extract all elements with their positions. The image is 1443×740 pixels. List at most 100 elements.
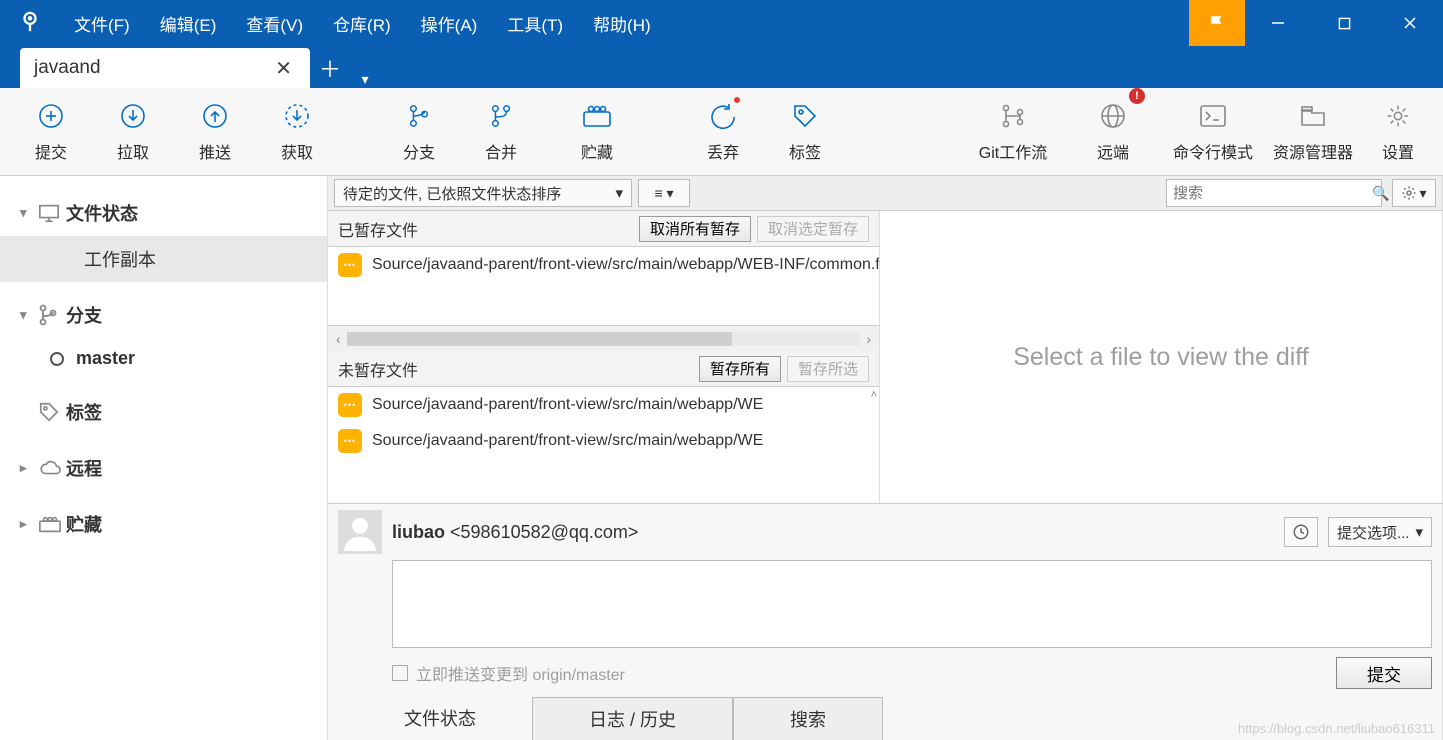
search-box[interactable]: 🔍 [1166, 179, 1382, 207]
folder-icon [1298, 101, 1328, 131]
sidebar-item-master[interactable]: master [0, 338, 327, 379]
menu-file[interactable]: 文件(F) [60, 5, 144, 42]
commit-area: liubao <598610582@qq.com> 提交选项...▾ 立即推送变… [328, 503, 1442, 740]
merge-button[interactable]: 合并 [460, 90, 542, 174]
scroll-right-icon[interactable]: › [866, 331, 871, 347]
file-modified-icon: ••• [338, 253, 362, 277]
menu-edit[interactable]: 编辑(E) [146, 5, 231, 42]
pull-button[interactable]: 拉取 [92, 90, 174, 174]
explorer-button[interactable]: 资源管理器 [1263, 90, 1363, 174]
unstage-selected-button[interactable]: 取消选定暂存 [757, 216, 869, 242]
stash-icon [38, 515, 66, 533]
menu-view[interactable]: 查看(V) [232, 5, 317, 42]
file-row[interactable]: ••• Source/javaand-parent/front-view/src… [328, 423, 879, 459]
chevron-down-icon: ▾ [615, 184, 623, 202]
stage-selected-button[interactable]: 暂存所选 [787, 356, 869, 382]
sourcetree-icon [19, 11, 41, 36]
terminal-button[interactable]: 命令行模式 [1163, 90, 1263, 174]
staged-hscroll[interactable]: ‹ › [328, 325, 879, 351]
toolbar-group-right: Git工作流 ! 远端 命令行模式 资源管理器 设置 [963, 90, 1433, 174]
close-button[interactable] [1377, 0, 1443, 46]
globe-icon [1098, 101, 1128, 131]
scroll-up-icon[interactable]: ˄ [871, 389, 877, 401]
tab-search[interactable]: 搜索 [733, 697, 883, 740]
search-input[interactable] [1173, 185, 1372, 202]
discard-icon [708, 101, 738, 131]
push-button[interactable]: 推送 [174, 90, 256, 174]
sidebar-item-working-copy[interactable]: 工作副本 [0, 236, 327, 282]
options-gear-dropdown[interactable]: ▾ [1392, 179, 1436, 207]
commit-button[interactable]: 提交 [10, 90, 92, 174]
discard-button[interactable]: 丢弃 [682, 90, 764, 174]
section-tags: ▸ 标签 [0, 389, 327, 435]
chevron-down-icon: ▾ [20, 307, 38, 323]
sidebar: ▾ 文件状态 工作副本 ▾ 分支 master ▸ 标签 [0, 176, 328, 740]
view-mode-dropdown[interactable]: ≡ ▾ [638, 179, 690, 207]
menu-help[interactable]: 帮助(H) [579, 5, 665, 42]
tab-log-history[interactable]: 日志 / 历史 [532, 697, 733, 740]
commit-options-dropdown[interactable]: 提交选项...▾ [1328, 517, 1432, 547]
tag-icon [790, 101, 820, 131]
stash-button[interactable]: 贮藏 [542, 90, 652, 174]
fetch-button[interactable]: 获取 [256, 90, 338, 174]
tag-icon [38, 401, 66, 423]
toolbar-group-commit: 提交 拉取 推送 获取 [10, 90, 338, 174]
branch-dot-icon [50, 352, 64, 366]
filter-bar: 待定的文件, 已依照文件状态排序▾ ≡ ▾ 🔍 ▾ [328, 176, 1442, 211]
app-logo [0, 11, 60, 36]
staged-section: 已暂存文件 取消所有暂存 取消选定暂存 ••• Source/javaand-p… [328, 211, 879, 351]
tag-button[interactable]: 标签 [764, 90, 846, 174]
section-head-file-status[interactable]: ▾ 文件状态 [0, 190, 327, 236]
tab-dropdown[interactable]: ▾ [350, 71, 380, 88]
staged-file-list[interactable]: ••• Source/javaand-parent/front-view/src… [328, 247, 879, 325]
remote-button[interactable]: ! 远端 [1063, 90, 1163, 174]
chevron-right-icon: ▸ [20, 516, 38, 532]
file-row[interactable]: ••• Source/javaand-parent/front-view/src… [328, 387, 879, 423]
settings-button[interactable]: 设置 [1363, 90, 1433, 174]
plus-circle-icon [36, 101, 66, 131]
file-row[interactable]: ••• Source/javaand-parent/front-view/src… [328, 247, 879, 283]
toolbar-group-branch: 分支 合并 贮藏 [378, 90, 652, 174]
stage-all-button[interactable]: 暂存所有 [699, 356, 781, 382]
section-head-remotes[interactable]: ▸ 远程 [0, 445, 327, 491]
repo-tab[interactable]: javaand ✕ [20, 48, 310, 88]
lists-column: 已暂存文件 取消所有暂存 取消选定暂存 ••• Source/javaand-p… [328, 211, 880, 503]
section-remotes: ▸ 远程 [0, 445, 327, 491]
unstage-all-button[interactable]: 取消所有暂存 [639, 216, 751, 242]
menu-repo[interactable]: 仓库(R) [319, 5, 405, 42]
stash-icon [582, 101, 612, 131]
scroll-left-icon[interactable]: ‹ [336, 331, 341, 347]
commit-submit-button[interactable]: 提交 [1336, 657, 1432, 689]
flag-button[interactable] [1189, 0, 1245, 46]
chevron-right-icon: ▸ [20, 460, 38, 476]
commit-message-input[interactable] [392, 560, 1432, 648]
unstaged-file-list[interactable]: ˄ ••• Source/javaand-parent/front-view/s… [328, 387, 879, 503]
menu-tools[interactable]: 工具(T) [493, 5, 577, 42]
unstaged-section: 未暂存文件 暂存所有 暂存所选 ˄ ••• Source/javaand-par… [328, 351, 879, 503]
section-head-stashes[interactable]: ▸ 贮藏 [0, 501, 327, 547]
section-head-tags[interactable]: ▸ 标签 [0, 389, 327, 435]
arrow-down-circle-icon [118, 101, 148, 131]
tab-file-status[interactable]: 文件状态 [348, 697, 532, 740]
commit-footer: 立即推送变更到 origin/master 提交 [392, 657, 1432, 689]
section-head-branches[interactable]: ▾ 分支 [0, 292, 327, 338]
maximize-button[interactable] [1311, 0, 1377, 46]
file-modified-icon: ••• [338, 393, 362, 417]
diff-empty-text: Select a file to view the diff [1013, 343, 1309, 372]
minimize-button[interactable] [1245, 0, 1311, 46]
center-panel: 待定的文件, 已依照文件状态排序▾ ≡ ▾ 🔍 ▾ 已暂存文件 取消所有暂存 取… [328, 176, 1443, 740]
history-button[interactable] [1284, 517, 1318, 547]
watermark: https://blog.csdn.net/liubao616311 [1238, 721, 1435, 736]
new-tab-button[interactable]: ＋ [310, 48, 350, 88]
gitflow-button[interactable]: Git工作流 [963, 90, 1063, 174]
push-label: 立即推送变更到 origin/master [416, 661, 625, 685]
filter-dropdown[interactable]: 待定的文件, 已依照文件状态排序▾ [334, 179, 632, 207]
chevron-down-icon: ▾ [20, 205, 38, 221]
commit-header: liubao <598610582@qq.com> 提交选项...▾ [338, 510, 1432, 554]
menu-actions[interactable]: 操作(A) [407, 5, 492, 42]
branch-button[interactable]: 分支 [378, 90, 460, 174]
push-immediately-checkbox[interactable] [392, 665, 408, 681]
cloud-icon [38, 459, 66, 477]
tab-label: javaand [34, 57, 101, 79]
tab-close-icon[interactable]: ✕ [271, 56, 296, 81]
